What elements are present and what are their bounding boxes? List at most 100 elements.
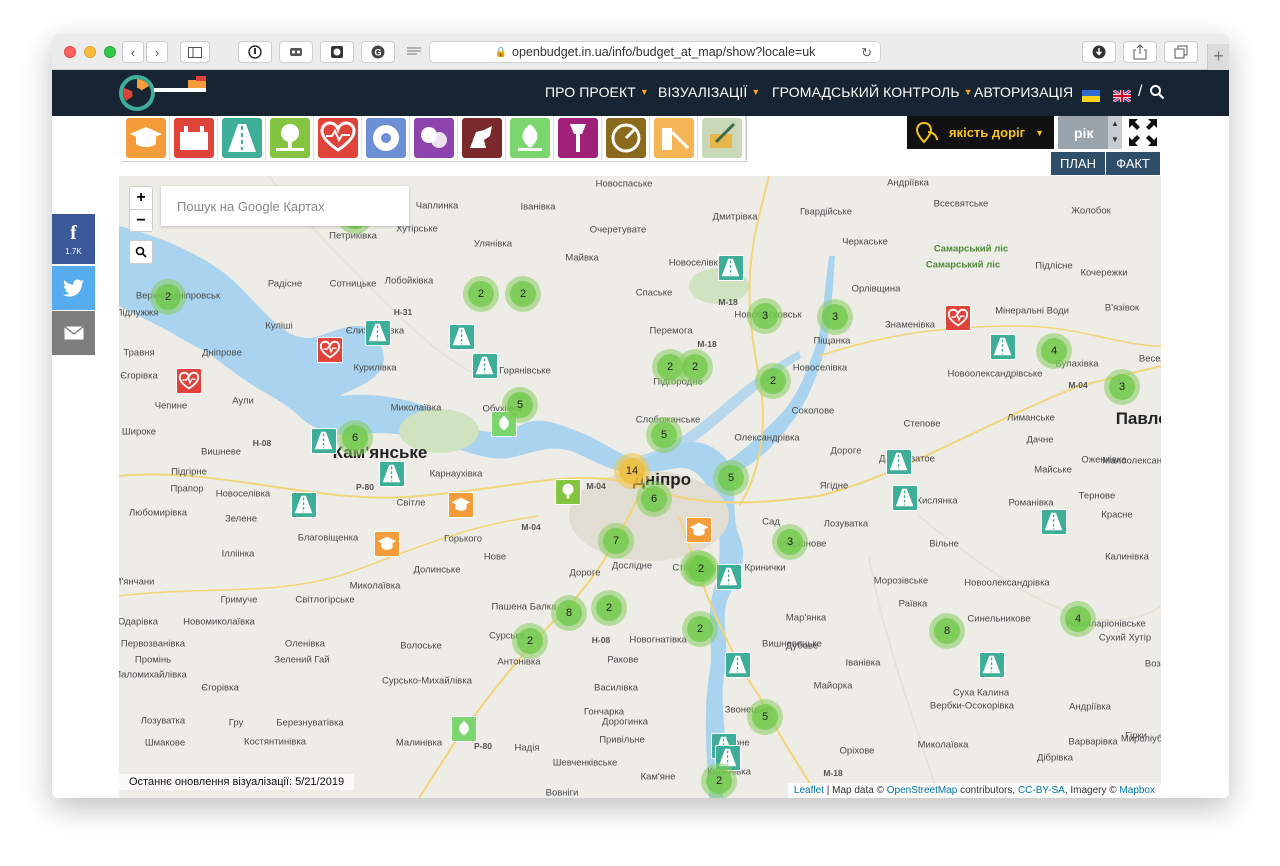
license-link[interactable]: CC-BY-SA [1018, 785, 1065, 796]
marker-cluster[interactable]: 6 [337, 420, 373, 456]
edu-project-marker[interactable] [448, 492, 474, 518]
fact-button[interactable]: ФАКТ [1106, 152, 1160, 175]
health-project-marker[interactable] [317, 337, 343, 363]
marker-cluster[interactable]: 2 [512, 623, 548, 659]
email-share-button[interactable] [52, 311, 95, 355]
forward-button[interactable]: › [146, 41, 168, 63]
category-button-other[interactable] [698, 116, 746, 160]
extension-1-button[interactable] [238, 41, 272, 63]
marker-cluster[interactable]: 2 [677, 349, 713, 385]
road-project-marker[interactable] [725, 652, 751, 678]
marker-cluster[interactable]: 2 [683, 551, 719, 587]
road-project-marker[interactable] [291, 492, 317, 518]
facebook-share-button[interactable]: f 1.7K [52, 214, 95, 264]
english-flag-icon[interactable] [1113, 90, 1131, 102]
marker-cluster[interactable]: 2 [591, 590, 627, 626]
new-tab-button[interactable]: + [1207, 44, 1229, 70]
leaflet-link[interactable]: Leaflet [794, 785, 824, 796]
category-button-ecology[interactable] [506, 116, 554, 160]
category-button-tools[interactable] [170, 116, 218, 160]
road-project-marker[interactable] [892, 485, 918, 511]
category-button-health[interactable] [314, 116, 362, 160]
edu-project-marker[interactable] [686, 517, 712, 543]
category-button-utilities[interactable] [602, 116, 650, 160]
health-project-marker[interactable] [176, 368, 202, 394]
road-project-marker[interactable] [311, 428, 337, 454]
eco-project-marker[interactable] [451, 716, 477, 742]
road-project-marker[interactable] [365, 320, 391, 346]
ukrainian-flag-icon[interactable] [1082, 90, 1100, 102]
marker-cluster[interactable]: 5 [646, 417, 682, 453]
nav-login[interactable]: АВТОРИЗАЦІЯ [974, 84, 1073, 100]
road-project-marker[interactable] [886, 449, 912, 475]
year-select[interactable]: рік ▲ ▼ [1058, 116, 1122, 149]
reader-button[interactable] [401, 41, 427, 63]
marker-cluster[interactable]: 3 [1104, 369, 1140, 405]
reload-icon[interactable]: ↻ [861, 45, 872, 61]
fullscreen-icon[interactable] [1126, 116, 1160, 149]
road-project-marker[interactable] [716, 564, 742, 590]
category-button-road[interactable] [218, 116, 266, 160]
marker-cluster[interactable]: 2 [463, 276, 499, 312]
marker-cluster[interactable]: 2 [682, 611, 718, 647]
budget-map[interactable]: Новоспаське Чаплинка Іванівка Петриківка Хут… [119, 176, 1161, 798]
category-button-education[interactable] [122, 116, 170, 160]
category-button-culture[interactable] [410, 116, 458, 160]
health-project-marker[interactable] [945, 305, 971, 331]
road-project-marker[interactable] [472, 353, 498, 379]
marker-cluster[interactable]: 2 [505, 276, 541, 312]
category-button-lighting[interactable] [554, 116, 602, 160]
nav-visualizations[interactable]: ВІЗУАЛІЗАЦІЇ ▼ [658, 84, 760, 100]
road-project-marker[interactable] [1041, 509, 1067, 535]
marker-cluster[interactable]: 2 [701, 763, 737, 798]
marker-cluster[interactable]: 4 [1036, 333, 1072, 369]
minimize-window-button[interactable] [84, 46, 96, 58]
extension-2-button[interactable] [279, 41, 313, 63]
sidebar-toggle-button[interactable] [180, 41, 210, 63]
nav-about[interactable]: ПРО ПРОЕКТ ▼ [545, 84, 649, 100]
category-button-park[interactable] [266, 116, 314, 160]
marker-cluster[interactable]: 2 [755, 363, 791, 399]
category-button-playground[interactable] [650, 116, 698, 160]
mapbox-link[interactable]: Mapbox [1119, 785, 1155, 796]
openbudget-logo[interactable] [118, 74, 208, 112]
extension-3-button[interactable] [320, 41, 354, 63]
marker-cluster[interactable]: 2 [150, 279, 186, 315]
edu-project-marker[interactable] [374, 531, 400, 557]
plan-button[interactable]: ПЛАН [1051, 152, 1105, 175]
zoom-out-button[interactable]: − [130, 209, 152, 231]
google-maps-search-input[interactable]: Пошук на Google Картах [161, 186, 409, 226]
marker-cluster[interactable]: 4 [1060, 601, 1096, 637]
back-button[interactable]: ‹ [122, 41, 144, 63]
marker-cluster[interactable]: 8 [929, 613, 965, 649]
zoom-in-button[interactable]: + [130, 187, 152, 209]
search-icon[interactable] [1149, 84, 1165, 100]
extension-4-button[interactable]: G [361, 41, 395, 63]
zoom-window-button[interactable] [104, 46, 116, 58]
marker-cluster[interactable]: 5 [747, 699, 783, 735]
address-bar[interactable]: 🔒 openbudget.in.ua/info/budget_at_map/sh… [429, 41, 881, 63]
twitter-share-button[interactable] [52, 266, 95, 310]
marker-cluster[interactable]: 5 [502, 387, 538, 423]
category-filter-dropdown[interactable]: якість доріг ▼ [907, 116, 1054, 149]
road-project-marker[interactable] [379, 461, 405, 487]
close-window-button[interactable] [64, 46, 76, 58]
map-search-button[interactable] [129, 240, 153, 264]
road-project-marker[interactable] [990, 334, 1016, 360]
marker-cluster[interactable]: 8 [551, 595, 587, 631]
nav-public-control[interactable]: ГРОМАДСЬКИЙ КОНТРОЛЬ ▼ [772, 84, 973, 100]
road-project-marker[interactable] [979, 652, 1005, 678]
category-button-monument[interactable] [458, 116, 506, 160]
road-project-marker[interactable] [449, 324, 475, 350]
marker-cluster[interactable]: 6 [636, 481, 672, 517]
marker-cluster[interactable]: 7 [598, 523, 634, 559]
share-button[interactable] [1123, 41, 1157, 63]
marker-cluster[interactable]: 3 [747, 298, 783, 334]
park-project-marker[interactable] [555, 479, 581, 505]
osm-link[interactable]: OpenStreetMap [887, 785, 958, 796]
marker-cluster[interactable]: 5 [713, 460, 749, 496]
downloads-button[interactable] [1082, 41, 1116, 63]
tabs-overview-button[interactable] [1164, 41, 1198, 63]
category-button-sport[interactable] [362, 116, 410, 160]
marker-cluster[interactable]: 3 [817, 299, 853, 335]
